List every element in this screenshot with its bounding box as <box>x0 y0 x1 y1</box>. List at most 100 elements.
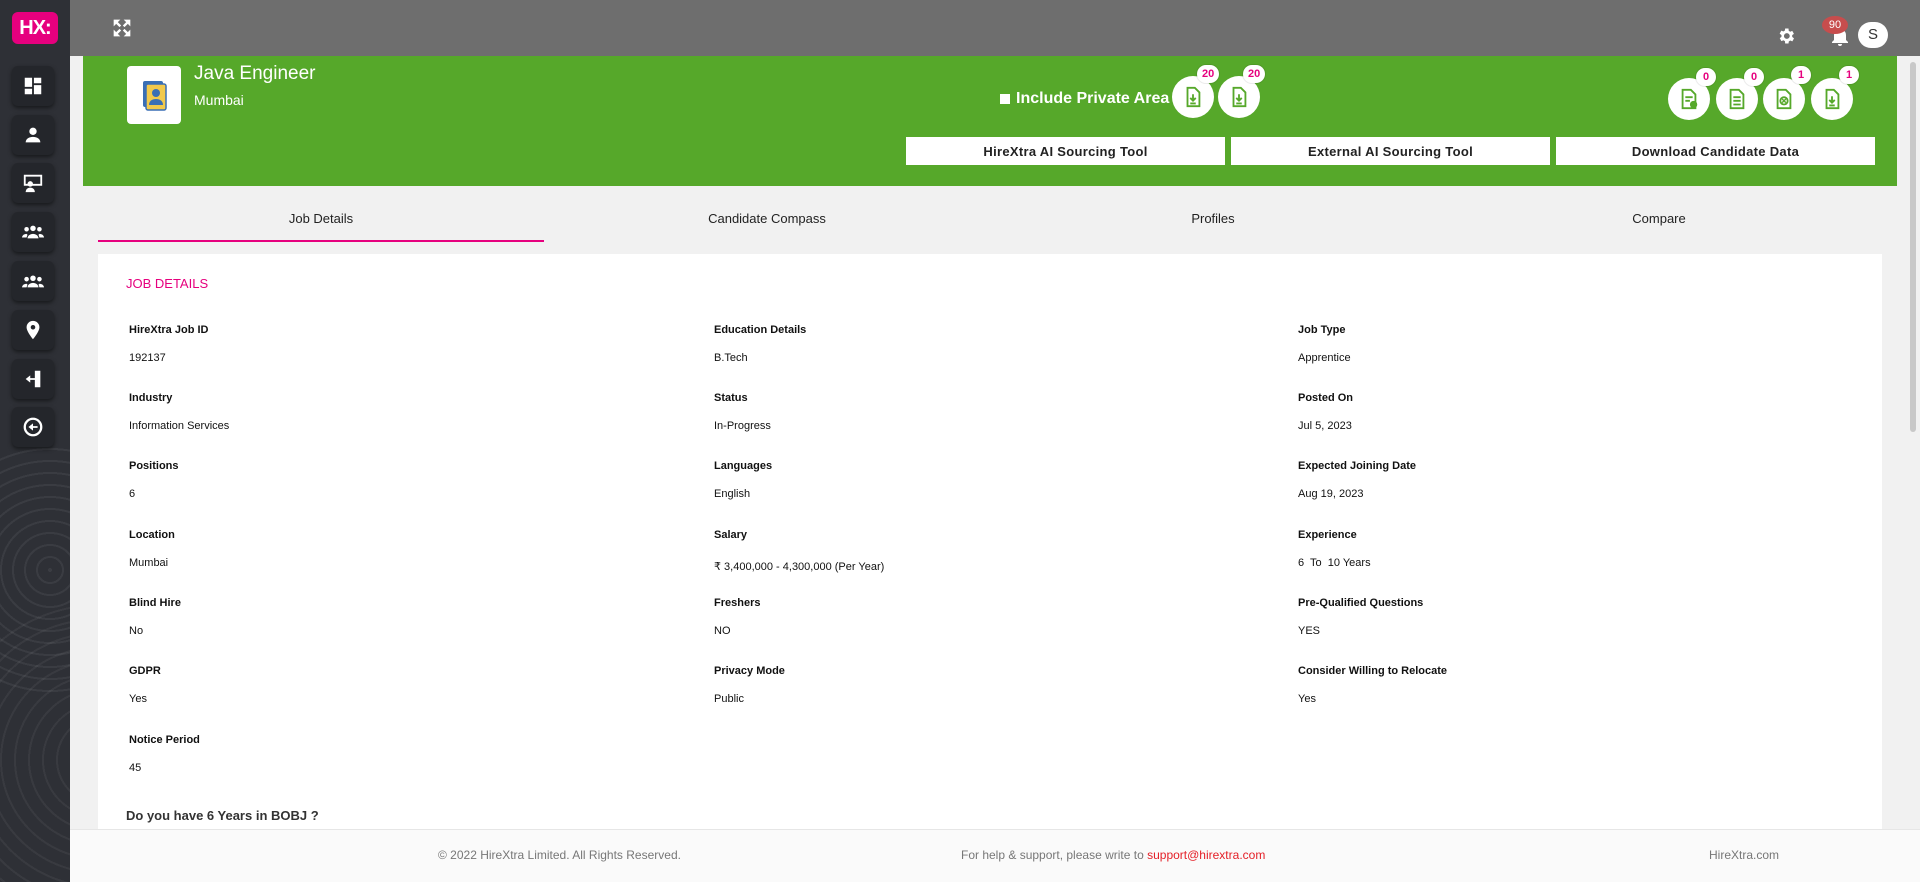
field-job-id: HireXtra Job ID 192137 <box>129 324 208 364</box>
include-private-area-checkbox[interactable]: Include Private Area <box>1000 90 1169 108</box>
field-value: NO <box>714 625 731 637</box>
field-value: Yes <box>129 693 147 705</box>
sidebar-item-logout[interactable] <box>12 359 54 399</box>
expand-icon <box>113 19 131 37</box>
field-status: Status In-Progress <box>714 392 771 432</box>
file-check-icon <box>1681 88 1698 110</box>
file-download-icon <box>1232 86 1247 108</box>
tab-bar: Job Details Candidate Compass Profiles C… <box>98 204 1882 242</box>
job-icon <box>127 66 181 124</box>
sidebar-item-user[interactable] <box>12 115 54 155</box>
dashboard-icon <box>24 77 42 95</box>
field-value: 6 <box>129 488 136 500</box>
field-location: Location Mumbai <box>129 529 175 569</box>
field-blind-hire: Blind Hire No <box>129 597 181 637</box>
count-badge: 20 <box>1197 65 1220 83</box>
field-value: Information Services <box>129 420 230 432</box>
field-label: Pre-Qualified Questions <box>1298 597 1424 609</box>
logout-icon <box>25 370 41 388</box>
hirextra-logo[interactable]: HX: <box>12 12 58 44</box>
sidebar-item-location[interactable] <box>12 310 54 350</box>
site-link[interactable]: HireXtra.com <box>1709 848 1779 862</box>
file-download-icon <box>1186 86 1201 108</box>
field-value: English <box>714 488 751 500</box>
field-value: 192137 <box>129 352 166 364</box>
field-expected-joining-date: Expected Joining Date Aug 19, 2023 <box>1298 460 1416 500</box>
sidebar-item-team[interactable] <box>12 212 54 252</box>
field-pre-qualified-questions: Pre-Qualified Questions YES <box>1298 597 1423 637</box>
scrollbar-thumb[interactable] <box>1910 62 1916 432</box>
field-label: Status <box>714 392 748 404</box>
scrollbar[interactable] <box>1908 56 1918 436</box>
count-badge: 20 <box>1243 65 1266 83</box>
copyright-text: © 2022 HireXtra Limited. All Rights Rese… <box>438 848 681 862</box>
field-label: Blind Hire <box>129 597 181 609</box>
id-card-icon <box>143 81 167 111</box>
support-email-link[interactable]: support@hirextra.com <box>1147 848 1265 862</box>
field-value: 6 To 10 Years <box>1298 557 1371 569</box>
include-private-area-label: Include Private Area <box>1016 90 1170 107</box>
file-reject-icon <box>1776 88 1792 110</box>
field-label: Notice Period <box>129 734 200 746</box>
field-posted-on: Posted On Jul 5, 2023 <box>1298 392 1353 432</box>
job-location: Mumbai <box>194 92 244 108</box>
notification-count-badge: 90 <box>1822 16 1848 34</box>
field-label: Posted On <box>1298 392 1354 404</box>
sidebar-item-group[interactable] <box>12 261 54 301</box>
field-freshers: Freshers NO <box>714 597 760 637</box>
file-download-icon <box>1825 88 1840 110</box>
top-bar: 90 S <box>70 0 1920 56</box>
field-label: Expected Joining Date <box>1298 460 1416 472</box>
field-notice-period: Notice Period 45 <box>129 734 200 774</box>
field-value: Jul 5, 2023 <box>1298 420 1352 432</box>
field-label: Freshers <box>714 597 761 609</box>
download-candidate-data-button[interactable]: Download Candidate Data <box>1556 137 1875 165</box>
count-badge: 0 <box>1744 68 1764 86</box>
sidebar-item-presentation[interactable] <box>12 163 54 203</box>
sidebar-item-dashboard[interactable] <box>12 66 54 106</box>
field-value: 45 <box>129 762 142 774</box>
field-value: ₹ 3,400,000 - 4,300,000 (Per Year) <box>714 561 885 573</box>
file-list-icon <box>1729 88 1745 110</box>
field-languages: Languages English <box>714 460 772 500</box>
field-privacy-mode: Privacy Mode Public <box>714 665 785 705</box>
tab-job-details[interactable]: Job Details <box>98 204 544 242</box>
checkbox-box[interactable] <box>1000 94 1010 104</box>
count-badge: 1 <box>1839 66 1859 84</box>
field-label: Positions <box>129 460 179 472</box>
decorative-rings <box>0 600 70 882</box>
field-value: Aug 19, 2023 <box>1298 488 1364 500</box>
field-label: Location <box>129 529 175 541</box>
presentation-icon <box>23 174 43 193</box>
field-label: Consider Willing to Relocate <box>1298 665 1448 677</box>
support-text: For help & support, please write to supp… <box>961 848 1265 862</box>
field-positions: Positions 6 <box>129 460 179 500</box>
field-value: Yes <box>1298 693 1316 705</box>
field-value: In-Progress <box>714 420 771 432</box>
field-label: Experience <box>1298 529 1357 541</box>
fullscreen-button[interactable] <box>112 18 132 38</box>
field-label: Languages <box>714 460 773 472</box>
field-willing-to-relocate: Consider Willing to Relocate Yes <box>1298 665 1447 705</box>
action-button-4[interactable] <box>1811 78 1853 120</box>
tab-candidate-compass[interactable]: Candidate Compass <box>544 204 990 242</box>
field-label: Education Details <box>714 324 807 336</box>
tab-profiles[interactable]: Profiles <box>990 204 1436 242</box>
action-button-3[interactable] <box>1763 78 1805 120</box>
field-label: Industry <box>129 392 173 404</box>
field-gdpr: GDPR Yes <box>129 665 161 705</box>
field-industry: Industry Information Services <box>129 392 229 432</box>
section-title: JOB DETAILS <box>126 276 209 291</box>
field-label: Privacy Mode <box>714 665 785 677</box>
screening-question: Do you have 6 Years in BOBJ ? <box>126 808 319 823</box>
field-value: B.Tech <box>714 352 748 364</box>
field-salary: Salary ₹ 3,400,000 - 4,300,000 (Per Year) <box>714 529 884 573</box>
sidebar-item-back[interactable] <box>12 407 54 447</box>
count-badge: 1 <box>1791 66 1811 84</box>
hirextra-ai-sourcing-button[interactable]: HireXtra AI Sourcing Tool <box>906 137 1225 165</box>
settings-button[interactable] <box>1776 26 1796 46</box>
field-label: GDPR <box>129 665 161 677</box>
avatar[interactable]: S <box>1858 22 1888 48</box>
external-ai-sourcing-button[interactable]: External AI Sourcing Tool <box>1231 137 1550 165</box>
tab-compare[interactable]: Compare <box>1436 204 1882 242</box>
